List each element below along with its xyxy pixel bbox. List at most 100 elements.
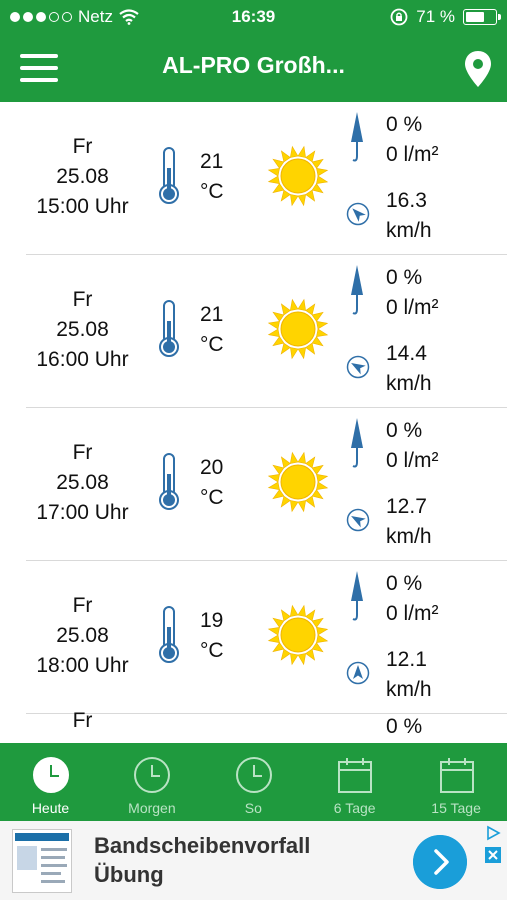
forecast-day: Fr bbox=[72, 441, 93, 464]
wind-direction-icon bbox=[346, 661, 370, 685]
wind-unit: km/h bbox=[386, 525, 432, 548]
sunny-icon bbox=[267, 145, 329, 207]
forecast-day: Fr bbox=[72, 288, 93, 311]
tab-label: Heute bbox=[31, 800, 70, 816]
forecast-time: 15:00 Uhr bbox=[36, 195, 129, 218]
umbrella-icon bbox=[351, 265, 363, 315]
status-right: 71 % bbox=[390, 7, 501, 27]
ad-close-icon[interactable] bbox=[485, 847, 501, 863]
tab-6-tage[interactable]: 6 Tage bbox=[304, 743, 405, 821]
forecast-time: 16:00 Uhr bbox=[36, 348, 129, 371]
rain-amount: 0 l/m² bbox=[386, 143, 439, 166]
menu-button[interactable] bbox=[20, 54, 58, 82]
tab-morgen[interactable]: Morgen bbox=[101, 743, 202, 821]
tab-label: So bbox=[244, 800, 262, 816]
rain-probability: 0 % bbox=[386, 419, 423, 442]
wind-unit: km/h bbox=[386, 219, 432, 242]
wind-speed: 16.3 bbox=[386, 189, 427, 212]
status-bar: Netz 16:39 71 % bbox=[0, 0, 507, 34]
tab-label: 6 Tage bbox=[333, 800, 376, 816]
rain-probability: 0 % bbox=[386, 572, 423, 595]
forecast-date: 25.08 bbox=[56, 318, 109, 341]
forecast-row[interactable]: Fr 25.08 16:00 Uhr 21 °C 0 % 0 l/m² 14.4… bbox=[0, 255, 507, 408]
temperature-value: 21 bbox=[200, 150, 224, 173]
top-bar: Netz 16:39 71 % AL-PRO Großh... bbox=[0, 0, 507, 102]
rain-probability: 0 % bbox=[386, 715, 423, 738]
battery-percent: 71 % bbox=[416, 7, 455, 26]
location-pin-icon[interactable] bbox=[463, 49, 493, 89]
umbrella-icon bbox=[351, 112, 363, 162]
temperature-value: 20 bbox=[200, 456, 224, 479]
rain-probability: 0 % bbox=[386, 113, 423, 136]
wind-unit: km/h bbox=[386, 678, 432, 701]
temperature-unit: °C bbox=[200, 180, 224, 203]
ad-open-button[interactable] bbox=[413, 835, 467, 889]
forecast-row[interactable]: Fr 25.08 17:00 Uhr 20 °C 0 % 0 l/m² 12.7… bbox=[0, 408, 507, 561]
forecast-temperature: 21 °C bbox=[200, 300, 224, 360]
forecast-temperature: 19 °C bbox=[200, 606, 224, 666]
rain-amount: 0 l/m² bbox=[386, 296, 439, 319]
ad-line-1: Bandscheibenvorfall bbox=[94, 833, 311, 858]
tab-label: 15 Tage bbox=[431, 800, 481, 816]
clock-icon bbox=[235, 757, 272, 793]
forecast-day: Fr bbox=[72, 594, 93, 617]
forecast-datetime: Fr 25.08 16:00 Uhr bbox=[20, 285, 145, 375]
ad-thumbnail bbox=[12, 829, 72, 893]
temperature-unit: °C bbox=[200, 639, 224, 662]
tab-15-tage[interactable]: 15 Tage bbox=[406, 743, 507, 821]
ad-choices-icon[interactable] bbox=[485, 825, 501, 841]
forecast-temperature: 21 °C bbox=[200, 147, 224, 207]
wind-speed: 12.1 bbox=[386, 648, 427, 671]
forecast-datetime: Fr bbox=[20, 706, 145, 736]
forecast-date: 25.08 bbox=[56, 624, 109, 647]
forecast-temperature: 20 °C bbox=[200, 453, 224, 513]
thermometer-icon bbox=[159, 147, 179, 204]
thermometer-icon bbox=[159, 453, 179, 510]
sunny-icon bbox=[267, 451, 329, 513]
forecast-list[interactable]: Fr 25.08 15:00 Uhr 21 °C 0 % 0 l/m² 16.3… bbox=[0, 102, 507, 743]
wind-direction-icon bbox=[346, 355, 370, 379]
umbrella-icon bbox=[351, 418, 363, 468]
ad-line-2: Übung bbox=[94, 862, 164, 887]
temperature-value: 21 bbox=[200, 303, 224, 326]
umbrella-icon bbox=[351, 571, 363, 621]
rain-amount: 0 l/m² bbox=[386, 602, 439, 625]
forecast-datetime: Fr 25.08 18:00 Uhr bbox=[20, 591, 145, 681]
tab-so[interactable]: So bbox=[203, 743, 304, 821]
forecast-datetime: Fr 25.08 17:00 Uhr bbox=[20, 438, 145, 528]
wind-speed: 14.4 bbox=[386, 342, 427, 365]
ad-banner[interactable]: Bandscheibenvorfall Übung bbox=[0, 821, 507, 900]
wind-direction-icon bbox=[346, 202, 370, 226]
forecast-day: Fr bbox=[72, 135, 93, 158]
tab-label: Morgen bbox=[128, 800, 176, 816]
forecast-datetime: Fr 25.08 15:00 Uhr bbox=[20, 132, 145, 222]
sunny-icon bbox=[267, 604, 329, 666]
temperature-unit: °C bbox=[200, 486, 224, 509]
rain-amount: 0 l/m² bbox=[386, 449, 439, 472]
temperature-value: 19 bbox=[200, 609, 224, 632]
forecast-time: 17:00 Uhr bbox=[36, 501, 129, 524]
forecast-date: 25.08 bbox=[56, 165, 109, 188]
forecast-date: 25.08 bbox=[56, 471, 109, 494]
ad-headline: Bandscheibenvorfall Übung bbox=[94, 831, 310, 889]
tab-heute[interactable]: Heute bbox=[0, 743, 101, 821]
calendar-icon bbox=[338, 758, 373, 793]
forecast-day: Fr bbox=[72, 709, 93, 732]
forecast-row[interactable]: Fr 0 % bbox=[0, 709, 507, 743]
wind-direction-icon bbox=[346, 508, 370, 532]
nav-bar: AL-PRO Großh... bbox=[0, 34, 507, 102]
tab-bar: Heute Morgen So 6 Tage 15 Tage bbox=[0, 743, 507, 821]
clock-icon bbox=[134, 757, 171, 793]
temperature-unit: °C bbox=[200, 333, 224, 356]
thermometer-icon bbox=[159, 300, 179, 357]
clock-icon bbox=[33, 757, 69, 793]
rotation-lock-icon bbox=[390, 8, 408, 26]
rain-probability: 0 % bbox=[386, 266, 423, 289]
battery-icon bbox=[463, 9, 501, 25]
forecast-row[interactable]: Fr 25.08 18:00 Uhr 19 °C 0 % 0 l/m² 12.1… bbox=[0, 561, 507, 714]
page-title: AL-PRO Großh... bbox=[162, 52, 345, 78]
forecast-row[interactable]: Fr 25.08 15:00 Uhr 21 °C 0 % 0 l/m² 16.3… bbox=[0, 102, 507, 255]
wind-unit: km/h bbox=[386, 372, 432, 395]
wind-speed: 12.7 bbox=[386, 495, 427, 518]
forecast-time: 18:00 Uhr bbox=[36, 654, 129, 677]
